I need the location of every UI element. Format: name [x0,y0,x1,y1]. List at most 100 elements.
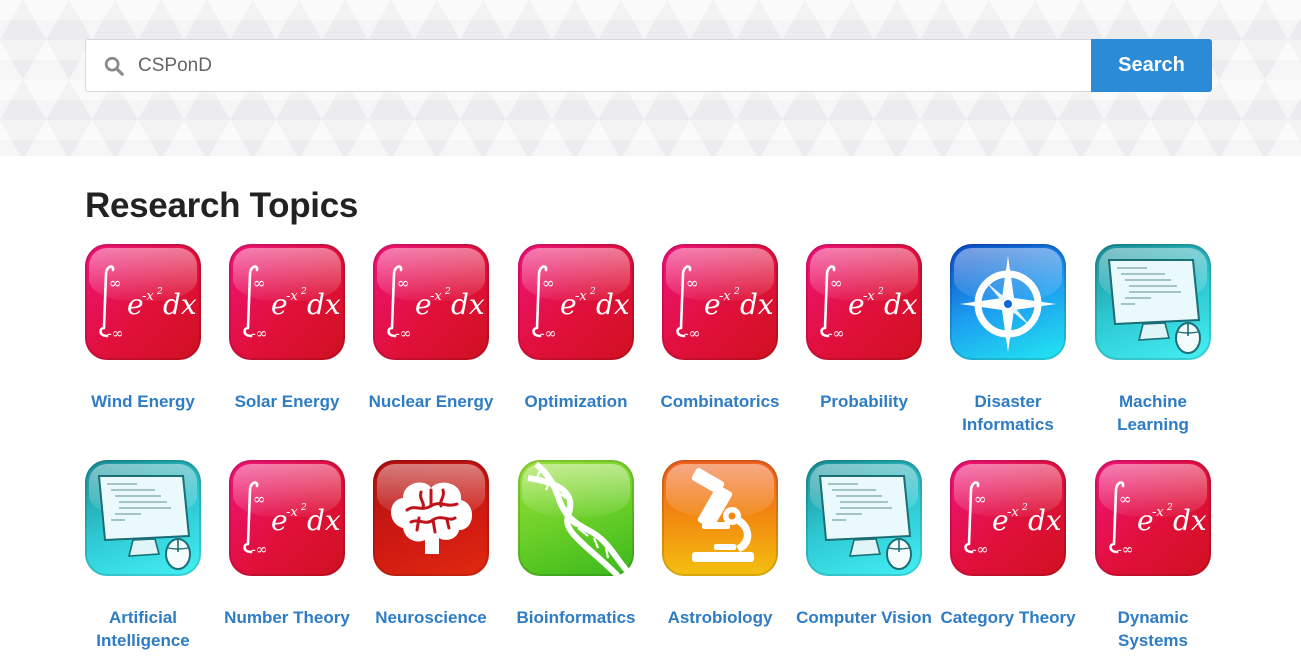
microscope-icon[interactable] [662,460,778,576]
topic-card[interactable]: Bioinformatics [504,460,648,629]
topic-label[interactable]: Astrobiology [648,606,792,629]
svg-text:-x: -x [1152,505,1164,520]
svg-text:∞: ∞ [686,274,699,292]
svg-text:dx: dx [307,504,341,537]
computer-icon[interactable] [806,460,922,576]
topic-card[interactable]: ∞ -∞ e -x 2 dx Probability [792,244,936,413]
svg-text:-x: -x [1007,505,1019,520]
topic-card[interactable]: Disaster Informatics [936,244,1080,436]
svg-text:dx: dx [740,288,774,321]
svg-text:dx: dx [884,288,918,321]
topic-card[interactable]: ∞ -∞ e -x 2 dx Dynamic Systems [1081,460,1225,652]
topic-label[interactable]: Category Theory [936,606,1080,629]
svg-text:∞: ∞ [974,490,987,508]
svg-text:-x: -x [430,289,442,304]
svg-text:-∞: -∞ [540,326,556,342]
math-integral-icon[interactable]: ∞ -∞ e -x 2 dx [229,244,345,360]
topic-card[interactable]: ∞ -∞ e -x 2 dx Solar Energy [215,244,359,413]
search-field[interactable] [85,39,1091,92]
math-integral-icon[interactable]: ∞ -∞ e -x 2 dx [373,244,489,360]
svg-text:2: 2 [877,287,884,297]
math-integral-icon[interactable]: ∞ -∞ e -x 2 dx [1095,460,1211,576]
topic-label[interactable]: Optimization [504,390,648,413]
topic-label[interactable]: Disaster Informatics [936,390,1080,436]
svg-text:dx: dx [307,288,341,321]
topic-label[interactable]: Number Theory [215,606,359,629]
search-input[interactable] [138,40,1038,91]
svg-text:dx: dx [451,288,485,321]
topic-card[interactable]: Machine Learning [1081,244,1225,436]
brain-icon[interactable] [373,460,489,576]
math-integral-icon[interactable]: ∞ -∞ e -x 2 dx [806,244,922,360]
svg-text:2: 2 [156,287,163,297]
svg-text:2: 2 [1021,503,1028,513]
topic-card[interactable]: Astrobiology [648,460,792,629]
topic-card[interactable]: ∞ -∞ e -x 2 dx Category Theory [936,460,1080,629]
topic-label[interactable]: Bioinformatics [504,606,648,629]
topic-label[interactable]: Wind Energy [71,390,215,413]
search-icon [104,56,124,76]
topic-label[interactable]: Machine Learning [1081,390,1225,436]
svg-text:-x: -x [142,289,154,304]
svg-text:-∞: -∞ [1117,542,1133,558]
search-bar: Search [85,39,1212,92]
svg-text:-x: -x [719,289,731,304]
svg-text:∞: ∞ [397,274,410,292]
svg-text:-∞: -∞ [684,326,700,342]
topic-card[interactable]: Neuroscience [359,460,503,629]
topic-label[interactable]: Computer Vision [792,606,936,629]
svg-text:-∞: -∞ [251,326,267,342]
compass-icon[interactable] [950,244,1066,360]
svg-text:-∞: -∞ [107,326,123,342]
svg-text:∞: ∞ [1119,490,1132,508]
search-button[interactable]: Search [1091,39,1212,92]
svg-text:-x: -x [286,289,298,304]
svg-text:2: 2 [733,287,740,297]
topic-card[interactable]: ∞ -∞ e -x 2 dx Wind Energy [71,244,215,413]
math-integral-icon[interactable]: ∞ -∞ e -x 2 dx [518,244,634,360]
topic-label[interactable]: Probability [792,390,936,413]
topic-label[interactable]: Nuclear Energy [359,390,503,413]
svg-text:2: 2 [444,287,451,297]
topic-label[interactable]: Artificial Intelligence [71,606,215,652]
topic-label[interactable]: Solar Energy [215,390,359,413]
topic-card[interactable]: ∞ -∞ e -x 2 dx Number Theory [215,460,359,629]
svg-text:dx: dx [163,288,197,321]
topic-card[interactable]: Artificial Intelligence [71,460,215,652]
svg-text:∞: ∞ [253,490,266,508]
svg-text:dx: dx [1028,504,1062,537]
math-integral-icon[interactable]: ∞ -∞ e -x 2 dx [662,244,778,360]
math-integral-icon[interactable]: ∞ -∞ e -x 2 dx [950,460,1066,576]
svg-text:-∞: -∞ [828,326,844,342]
svg-text:∞: ∞ [109,274,122,292]
topic-label[interactable]: Dynamic Systems [1081,606,1225,652]
svg-text:dx: dx [1173,504,1207,537]
svg-text:dx: dx [596,288,630,321]
topic-card[interactable]: ∞ -∞ e -x 2 dx Combinatorics [648,244,792,413]
svg-text:∞: ∞ [830,274,843,292]
search-hero: Search [0,0,1301,156]
svg-text:-∞: -∞ [251,542,267,558]
math-integral-icon[interactable]: ∞ -∞ e -x 2 dx [229,460,345,576]
svg-text:-∞: -∞ [972,542,988,558]
svg-text:-x: -x [863,289,875,304]
svg-text:2: 2 [300,287,307,297]
svg-text:∞: ∞ [542,274,555,292]
svg-text:2: 2 [589,287,596,297]
svg-text:∞: ∞ [253,274,266,292]
topic-label[interactable]: Neuroscience [359,606,503,629]
topic-card[interactable]: ∞ -∞ e -x 2 dx Optimization [504,244,648,413]
section-title: Research Topics [85,186,359,225]
dna-icon[interactable] [518,460,634,576]
math-integral-icon[interactable]: ∞ -∞ e -x 2 dx [85,244,201,360]
computer-icon[interactable] [85,460,201,576]
computer-icon[interactable] [1095,244,1211,360]
svg-text:-∞: -∞ [395,326,411,342]
svg-text:2: 2 [300,503,307,513]
svg-text:-x: -x [575,289,587,304]
svg-text:2: 2 [1166,503,1173,513]
topic-label[interactable]: Combinatorics [648,390,792,413]
topic-card[interactable]: ∞ -∞ e -x 2 dx Nuclear Energy [359,244,503,413]
topic-card[interactable]: Computer Vision [792,460,936,629]
svg-text:-x: -x [286,505,298,520]
